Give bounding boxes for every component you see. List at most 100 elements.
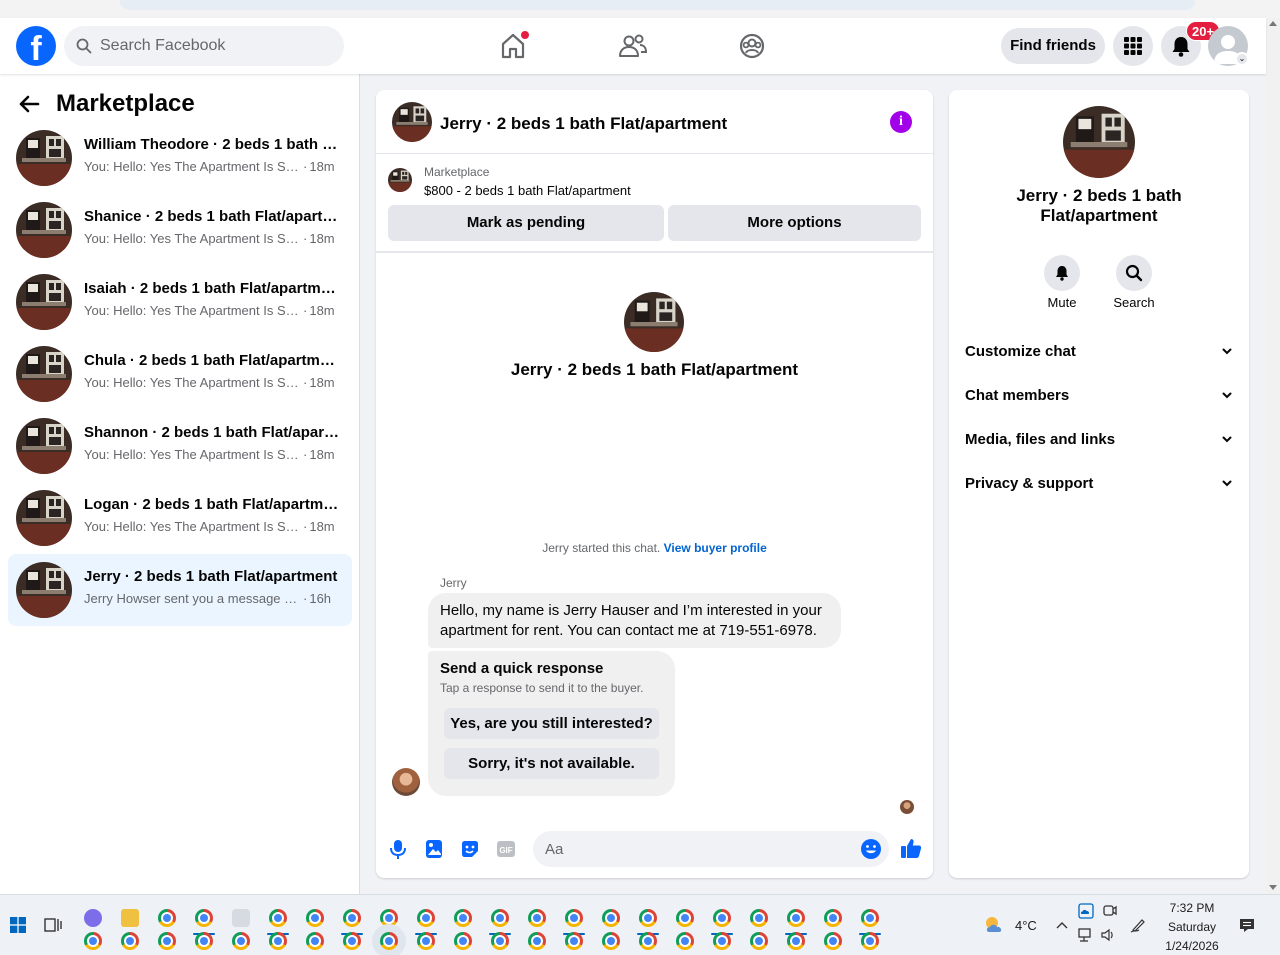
facebook-logo[interactable]: f — [16, 26, 56, 66]
thread-item[interactable]: Shannon · 2 beds 1 bath Flat/apartment Yo… — [8, 410, 352, 482]
chrome-app-icon[interactable] — [861, 932, 879, 950]
chrome-app-icon[interactable] — [676, 932, 694, 950]
friends-icon[interactable] — [617, 30, 649, 62]
chrome-app-icon[interactable] — [713, 932, 731, 950]
chat-members-section[interactable]: Chat members — [965, 387, 1233, 411]
gif-icon[interactable]: GIF — [495, 838, 517, 860]
copilot-app-icon[interactable] — [84, 909, 102, 927]
mute-button[interactable] — [1044, 255, 1080, 291]
search-input[interactable] — [100, 26, 336, 66]
photo-icon[interactable] — [423, 838, 445, 860]
address-bar[interactable] — [120, 0, 1195, 10]
chrome-app-icon[interactable] — [787, 932, 805, 950]
privacy-support-section[interactable]: Privacy & support — [965, 475, 1233, 499]
weather-icon[interactable] — [983, 915, 1005, 935]
chrome-app-icon[interactable] — [341, 909, 363, 935]
account-chevron-icon[interactable]: ⌄ — [1235, 52, 1249, 66]
thread-item[interactable]: Logan · 2 beds 1 bath Flat/apartment You:… — [8, 482, 352, 554]
customize-chat-section[interactable]: Customize chat — [965, 343, 1233, 367]
chrome-app-icon[interactable] — [417, 932, 435, 950]
quick-response-option[interactable]: Yes, are you still interested? — [444, 708, 659, 739]
listing-small-thumbnail[interactable] — [388, 168, 412, 192]
thread-item[interactable]: Jerry · 2 beds 1 bath Flat/apartment Jerr… — [8, 554, 352, 626]
chrome-app-icon[interactable] — [380, 909, 398, 927]
chrome-app-icon[interactable] — [637, 909, 659, 935]
chrome-app-icon[interactable] — [528, 932, 546, 950]
chrome-app-icon[interactable] — [380, 932, 398, 950]
chrome-app-icon[interactable] — [267, 909, 289, 935]
thread-item[interactable]: Chula · 2 beds 1 bath Flat/apartment You:… — [8, 338, 352, 410]
temperature[interactable]: 4°C — [1015, 918, 1037, 933]
task-view-icon[interactable] — [44, 916, 62, 934]
chrome-app-icon[interactable] — [84, 932, 102, 950]
sticker-icon[interactable] — [459, 838, 481, 860]
info-icon[interactable]: i — [890, 111, 912, 133]
chrome-app-icon[interactable] — [454, 932, 472, 950]
network-icon[interactable] — [1078, 927, 1094, 943]
mark-as-pending-button[interactable]: Mark as pending — [388, 205, 664, 241]
chrome-app-icon[interactable] — [602, 932, 620, 950]
groups-icon[interactable] — [736, 30, 768, 62]
system-clock[interactable]: 7:32 PM Saturday 1/24/2026 — [1158, 899, 1226, 955]
chrome-app-icon[interactable] — [750, 932, 768, 950]
search-action[interactable]: Search — [1104, 255, 1164, 310]
search-box[interactable] — [64, 26, 344, 66]
message-composer[interactable] — [533, 831, 889, 867]
menu-button[interactable] — [1113, 26, 1153, 66]
message-input[interactable] — [545, 831, 845, 867]
chrome-app-icon[interactable] — [193, 909, 215, 935]
find-friends-button[interactable]: Find friends — [1001, 28, 1105, 64]
app-icon[interactable] — [232, 909, 250, 927]
thread-item[interactable]: William Theodore · 2 beds 1 bath Flat/ap… — [8, 122, 352, 194]
chrome-app-icon[interactable] — [121, 932, 139, 950]
chrome-app-icon[interactable] — [785, 909, 807, 935]
chrome-app-icon[interactable] — [415, 909, 437, 935]
sender-avatar[interactable] — [392, 768, 420, 796]
chrome-app-icon[interactable] — [602, 909, 620, 927]
details-avatar[interactable] — [1063, 106, 1135, 178]
chevron-up-icon[interactable] — [1054, 918, 1070, 934]
chrome-app-icon[interactable] — [269, 932, 287, 950]
chrome-app-icon[interactable] — [528, 909, 546, 927]
chrome-app-icon[interactable] — [639, 932, 657, 950]
file-explorer-icon[interactable] — [121, 909, 139, 927]
chrome-app-icon[interactable] — [711, 909, 733, 935]
conversation-title[interactable]: Jerry · 2 beds 1 bath Flat/apartment — [440, 114, 727, 134]
quick-response-option[interactable]: Sorry, it's not available. — [444, 748, 659, 779]
back-arrow-icon[interactable] — [18, 93, 40, 115]
windows-start-icon[interactable] — [10, 917, 26, 933]
action-center-icon[interactable] — [1239, 917, 1255, 933]
thread-item[interactable]: Isaiah · 2 beds 1 bath Flat/apartment You… — [8, 266, 352, 338]
chrome-app-icon[interactable] — [306, 909, 324, 927]
chrome-app-icon[interactable] — [195, 932, 213, 950]
media-files-links-section[interactable]: Media, files and links — [965, 431, 1233, 455]
more-options-button[interactable]: More options — [668, 205, 921, 241]
onedrive-icon[interactable] — [1078, 903, 1094, 919]
mute-action[interactable]: Mute — [1032, 255, 1092, 310]
page-scrollbar[interactable] — [1266, 18, 1280, 894]
chrome-app-icon[interactable] — [158, 932, 176, 950]
chrome-app-icon[interactable] — [676, 909, 694, 927]
chrome-app-icon[interactable] — [565, 932, 583, 950]
listing-thumbnail[interactable] — [392, 102, 432, 142]
search-conversation-button[interactable] — [1116, 255, 1152, 291]
chrome-app-icon[interactable] — [750, 909, 768, 927]
thread-item[interactable]: Shanice · 2 beds 1 bath Flat/apartment Yo… — [8, 194, 352, 266]
chrome-app-icon[interactable] — [343, 932, 361, 950]
microphone-icon[interactable] — [387, 838, 409, 860]
pen-icon[interactable] — [1130, 917, 1146, 933]
scroll-down-arrow-icon[interactable] — [1269, 885, 1277, 890]
meet-now-icon[interactable] — [1102, 903, 1118, 919]
emoji-icon[interactable] — [860, 838, 882, 860]
chrome-app-icon[interactable] — [824, 909, 842, 927]
chrome-app-icon[interactable] — [306, 932, 324, 950]
chrome-app-icon[interactable] — [489, 909, 511, 935]
chrome-app-icon[interactable] — [491, 932, 509, 950]
thumbs-up-icon[interactable] — [899, 836, 923, 860]
listing-price-title[interactable]: $800 - 2 beds 1 bath Flat/apartment — [424, 183, 631, 198]
chrome-app-icon[interactable] — [824, 932, 842, 950]
chrome-app-icon[interactable] — [563, 909, 585, 935]
volume-icon[interactable] — [1100, 927, 1116, 943]
scroll-up-arrow-icon[interactable] — [1269, 21, 1277, 26]
chrome-app-icon[interactable] — [158, 909, 176, 927]
